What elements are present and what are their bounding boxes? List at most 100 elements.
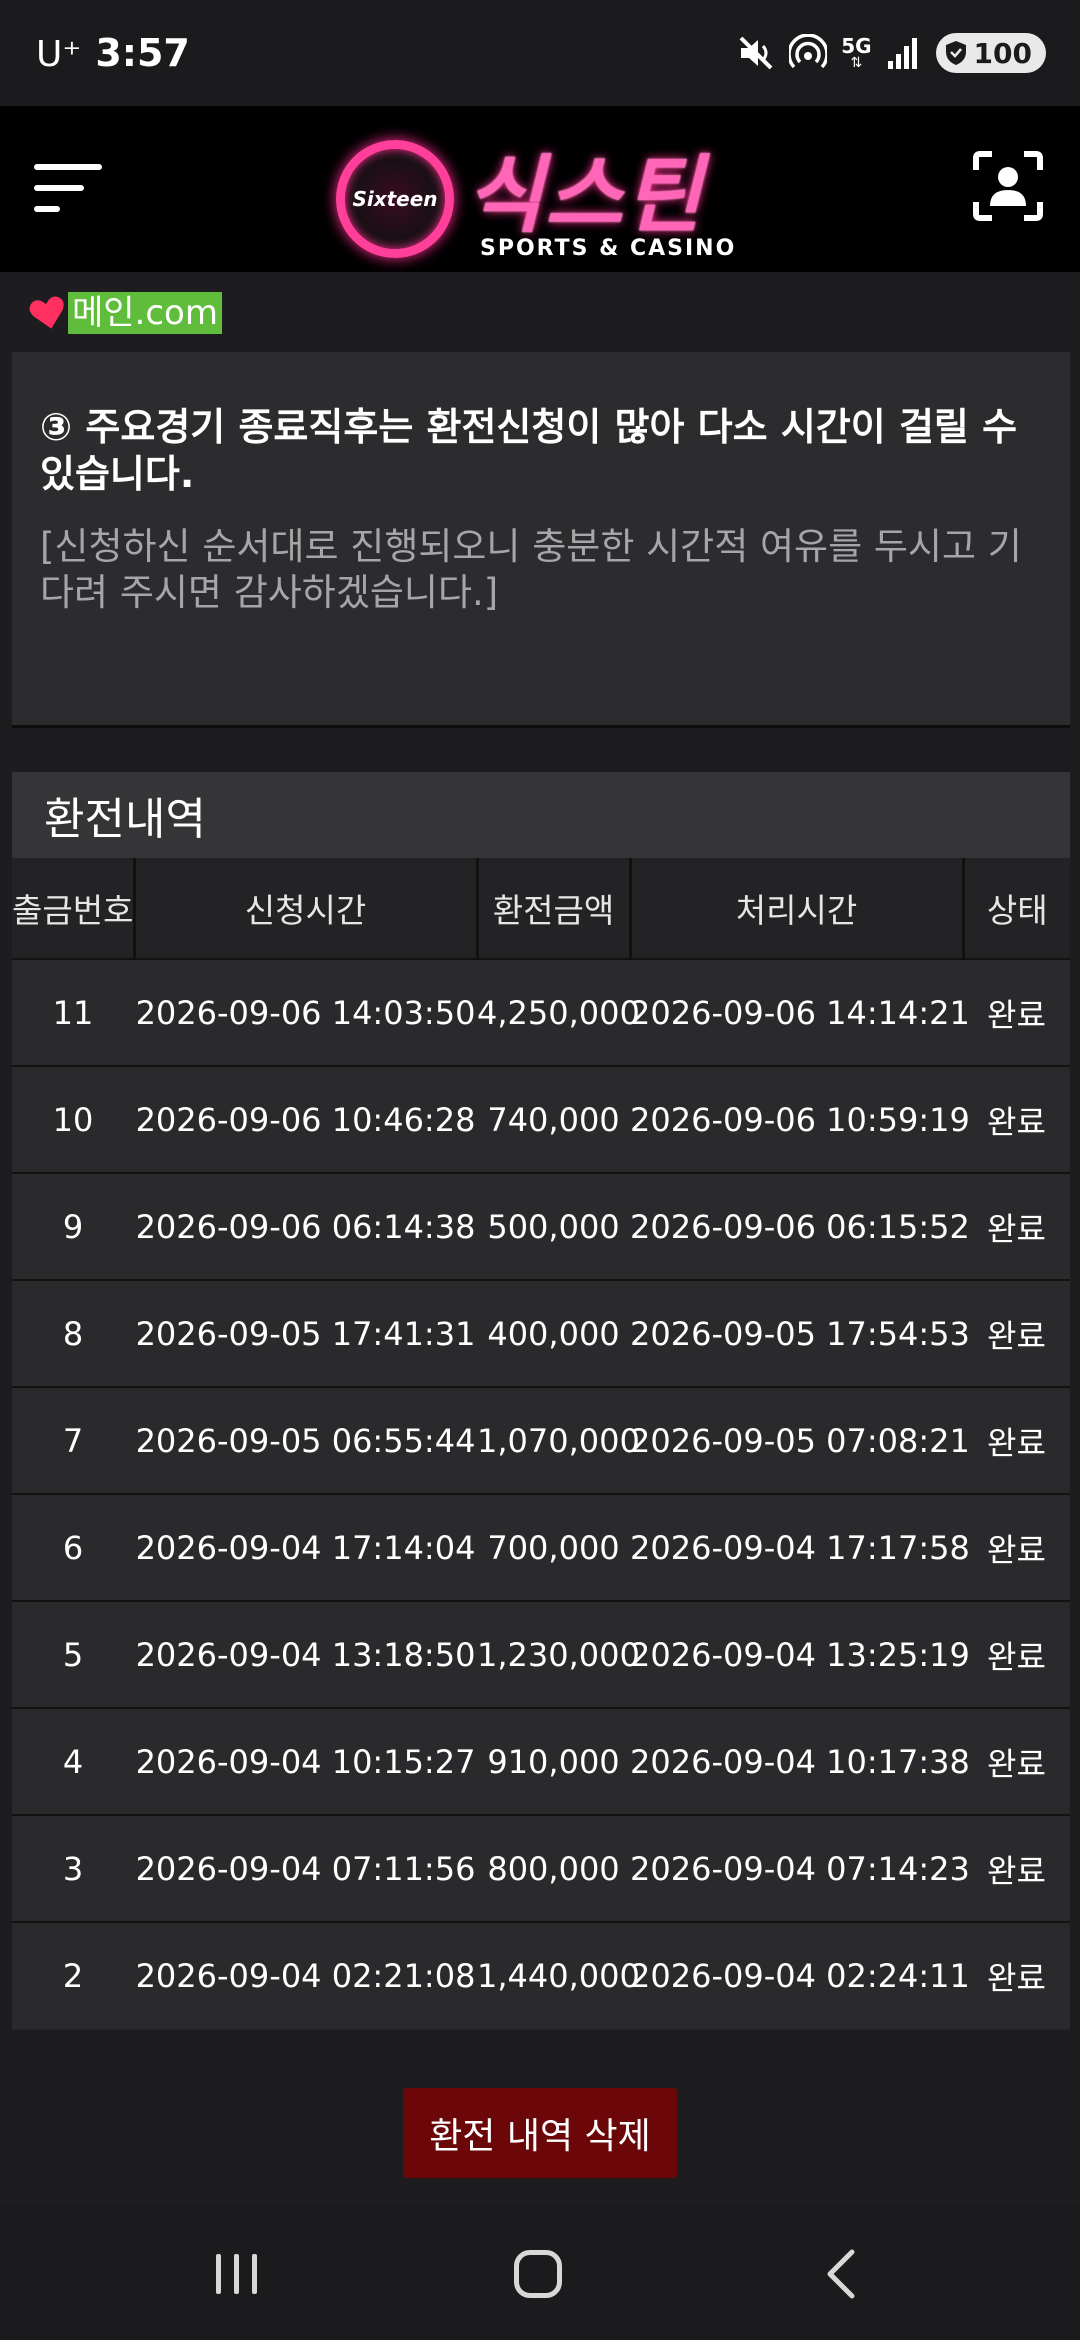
signal-icon — [887, 38, 917, 69]
notice-main-text: ③ 주요경기 종료직후는 환전신청이 많아 다소 시간이 걸릴 수 있습니다. — [40, 405, 1018, 496]
cell-amount: 1,070,000 — [477, 1386, 640, 1494]
cell-status: 완료 — [963, 1172, 1070, 1280]
table-row: 6 2026-09-04 17:14:04 700,000 2026-09-04… — [12, 1493, 1070, 1601]
table-row: 11 2026-09-06 14:03:50 4,250,000 2026-09… — [12, 958, 1070, 1066]
table-header-row: 출금번호 신청시간 환전금액 처리시간 상태 — [12, 858, 1070, 959]
panel-title: 환전내역 — [12, 772, 1070, 858]
col-header-number: 출금번호 — [12, 858, 136, 959]
cell-processed-time: 2026-09-04 13:25:19 — [630, 1600, 970, 1708]
heart-icon — [29, 296, 64, 329]
system-nav-bar — [0, 2206, 1080, 2340]
table-row: 3 2026-09-04 07:11:56 800,000 2026-09-04… — [12, 1814, 1070, 1922]
delete-history-button[interactable]: 환전 내역 삭제 — [403, 2088, 677, 2178]
cell-number: 6 — [12, 1493, 134, 1601]
cell-amount: 910,000 — [477, 1707, 630, 1815]
cell-status: 완료 — [963, 1707, 1070, 1815]
cell-request-time: 2026-09-06 06:14:38 — [134, 1172, 477, 1280]
hotspot-icon — [789, 34, 828, 69]
cell-amount: 400,000 — [477, 1279, 630, 1387]
cell-status: 완료 — [963, 1921, 1070, 2029]
cell-processed-time: 2026-09-05 07:08:21 — [630, 1386, 970, 1494]
table-row: 10 2026-09-06 10:46:28 740,000 2026-09-0… — [12, 1065, 1070, 1173]
cell-processed-time: 2026-09-04 10:17:38 — [630, 1707, 970, 1815]
cell-status: 완료 — [963, 1600, 1070, 1708]
cell-amount: 800,000 — [477, 1814, 630, 1922]
cell-number: 5 — [12, 1600, 134, 1708]
back-icon[interactable] — [822, 2248, 862, 2300]
cell-amount: 1,440,000 — [477, 1921, 640, 2029]
cell-processed-time: 2026-09-06 14:14:21 — [630, 958, 970, 1066]
domain-text: 메인.com — [68, 292, 222, 334]
menu-icon[interactable] — [34, 156, 108, 222]
table-row: 9 2026-09-06 06:14:38 500,000 2026-09-06… — [12, 1172, 1070, 1280]
battery-level: 100 — [973, 36, 1032, 70]
cell-number: 8 — [12, 1279, 134, 1387]
profile-scan-icon[interactable] — [972, 150, 1044, 222]
exchange-history-panel: 환전내역 출금번호 신청시간 환전금액 처리시간 상태 11 2026-09-0… — [12, 772, 1070, 2030]
carrier-label: U⁺ — [36, 34, 82, 75]
cell-request-time: 2026-09-06 14:03:50 — [134, 958, 477, 1066]
home-icon[interactable] — [514, 2250, 562, 2298]
cell-number: 9 — [12, 1172, 134, 1280]
cell-number: 2 — [12, 1921, 134, 2029]
5g-icon: 5G ⇅ — [841, 36, 871, 70]
domain-strip: 메인.com — [0, 272, 1080, 352]
col-header-status: 상태 — [963, 858, 1070, 959]
logo-badge-text: Sixteen — [352, 187, 438, 211]
cell-request-time: 2026-09-04 02:21:08 — [134, 1921, 477, 2029]
cell-status: 완료 — [963, 1493, 1070, 1601]
cell-status: 완료 — [963, 1279, 1070, 1387]
recent-apps-icon[interactable] — [212, 2254, 262, 2294]
cell-number: 10 — [12, 1065, 134, 1173]
cell-amount: 500,000 — [477, 1172, 630, 1280]
notice-sub-text: [신청하신 순서대로 진행되오니 충분한 시간적 여유를 두시고 기다려 주시면… — [40, 525, 1022, 614]
col-header-request-time: 신청시간 — [134, 858, 479, 959]
site-logo[interactable]: Sixteen 식스틴 SPORTS & CASINO — [330, 128, 750, 261]
status-time: 3:57 — [95, 31, 190, 75]
cell-request-time: 2026-09-04 13:18:50 — [134, 1600, 477, 1708]
cell-status: 완료 — [963, 958, 1070, 1066]
cell-processed-time: 2026-09-06 06:15:52 — [630, 1172, 970, 1280]
logo-subtitle: SPORTS & CASINO — [480, 236, 737, 261]
status-left: U⁺ 3:57 — [36, 31, 190, 75]
table-row: 8 2026-09-05 17:41:31 400,000 2026-09-05… — [12, 1279, 1070, 1387]
col-header-processed-time: 처리시간 — [630, 858, 965, 959]
cell-amount: 4,250,000 — [477, 958, 640, 1066]
cell-status: 완료 — [963, 1386, 1070, 1494]
cell-status: 완료 — [963, 1065, 1070, 1173]
cell-number: 4 — [12, 1707, 134, 1815]
cell-number: 3 — [12, 1814, 134, 1922]
cell-amount: 1,230,000 — [477, 1600, 640, 1708]
cell-request-time: 2026-09-04 07:11:56 — [134, 1814, 477, 1922]
cell-number: 11 — [12, 958, 134, 1066]
cell-number: 7 — [12, 1386, 134, 1494]
shield-icon — [945, 41, 966, 65]
logo-title: 식스틴 — [466, 146, 704, 244]
cell-processed-time: 2026-09-04 07:14:23 — [630, 1814, 970, 1922]
cell-processed-time: 2026-09-04 17:17:58 — [630, 1493, 970, 1601]
status-icons: 5G ⇅ 100 — [737, 33, 1046, 73]
col-header-amount: 환전금액 — [477, 858, 632, 959]
table-row: 5 2026-09-04 13:18:50 1,230,000 2026-09-… — [12, 1600, 1070, 1708]
cell-request-time: 2026-09-06 10:46:28 — [134, 1065, 477, 1173]
history-table: 출금번호 신청시간 환전금액 처리시간 상태 11 2026-09-06 14:… — [12, 858, 1070, 2029]
table-row: 2 2026-09-04 02:21:08 1,440,000 2026-09-… — [12, 1921, 1070, 2029]
cell-processed-time: 2026-09-04 02:24:11 — [630, 1921, 970, 2029]
network-label: 5G — [841, 34, 872, 58]
cell-status: 완료 — [963, 1814, 1070, 1922]
cell-processed-time: 2026-09-05 17:54:53 — [630, 1279, 970, 1387]
cell-amount: 740,000 — [477, 1065, 630, 1173]
cell-request-time: 2026-09-04 17:14:04 — [134, 1493, 477, 1601]
logo-emblem: Sixteen — [336, 140, 454, 258]
notice-box: ③ 주요경기 종료직후는 환전신청이 많아 다소 시간이 걸릴 수 있습니다. … — [12, 352, 1070, 728]
mute-icon — [739, 36, 773, 70]
site-header: Sixteen 식스틴 SPORTS & CASINO — [0, 106, 1080, 272]
battery-indicator: 100 — [935, 33, 1046, 73]
status-bar: U⁺ 3:57 5G ⇅ 100 — [0, 0, 1080, 106]
cell-request-time: 2026-09-05 17:41:31 — [134, 1279, 477, 1387]
cell-request-time: 2026-09-04 10:15:27 — [134, 1707, 477, 1815]
table-row: 4 2026-09-04 10:15:27 910,000 2026-09-04… — [12, 1707, 1070, 1815]
data-arrows: ⇅ — [850, 55, 863, 71]
cell-request-time: 2026-09-05 06:55:44 — [134, 1386, 477, 1494]
domain-badge[interactable]: 메인.com — [28, 292, 222, 334]
